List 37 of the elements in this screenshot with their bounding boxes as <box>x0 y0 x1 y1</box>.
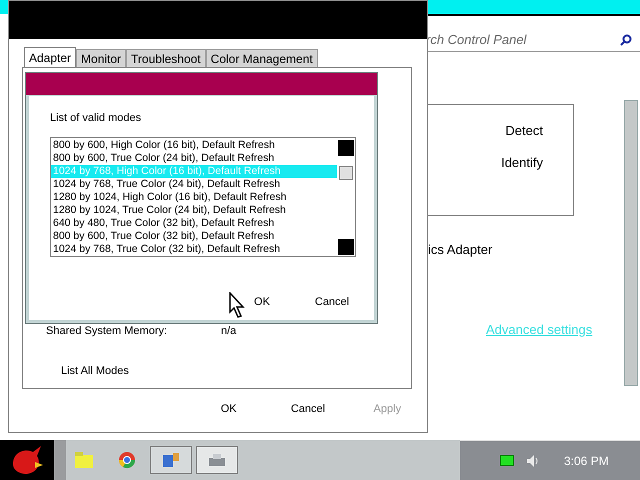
dialog-button[interactable]: OK <box>189 398 268 420</box>
tab[interactable]: Troubleshoot <box>126 49 206 67</box>
memory-label: Shared System Memory: <box>46 324 168 339</box>
tab[interactable]: Color Management <box>206 49 318 67</box>
scroll-up-button[interactable] <box>338 140 354 156</box>
taskbar-separator <box>54 440 66 480</box>
mode-item[interactable]: 800 by 600, High Color (16 bit), Default Refresh <box>51 138 337 152</box>
search-icon[interactable] <box>620 34 632 46</box>
modes-button[interactable]: Cancel <box>297 294 367 312</box>
scrollbar[interactable] <box>624 100 638 386</box>
mode-item[interactable]: 1024 by 768, True Color (24 bit), Default Refresh <box>51 178 337 190</box>
display-settings-icon <box>162 452 180 468</box>
modes-button[interactable]: OK <box>227 294 297 312</box>
mode-item[interactable]: 800 by 600, True Color (24 bit), Default Refresh <box>51 152 337 164</box>
mode-item[interactable]: 1280 by 1024, True Color (24 bit), Default Refresh <box>51 204 337 216</box>
mode-item[interactable]: 1280 by 1024, High Color (16 bit), Default Refresh <box>51 190 337 204</box>
printer-icon <box>207 452 227 468</box>
modes-label: List of valid modes <box>50 111 142 126</box>
tab[interactable]: Monitor <box>76 49 126 67</box>
panel-button[interactable]: Identify <box>499 152 545 172</box>
browser-icon[interactable] <box>118 451 136 469</box>
network-icon[interactable] <box>500 455 514 466</box>
taskbar-app-button[interactable] <box>196 446 238 474</box>
memory-value: n/a <box>221 324 236 339</box>
mode-item[interactable]: 800 by 600, True Color (32 bit), Default Refresh <box>51 230 337 242</box>
mode-item[interactable]: 640 by 480, True Color (32 bit), Default Refresh <box>51 216 337 230</box>
scroll-down-button[interactable] <box>338 238 354 254</box>
tab[interactable]: Adapter <box>24 47 76 67</box>
list-all-modes-button[interactable]: List All Modes <box>57 362 133 380</box>
taskbar-app-button[interactable] <box>150 446 192 474</box>
start-button[interactable] <box>0 440 54 480</box>
adapter-name: ics Adapter <box>428 241 494 259</box>
panel-button[interactable]: Detect <box>503 121 545 140</box>
scroll-thumb[interactable] <box>339 166 353 180</box>
dialog-button[interactable]: Cancel <box>268 398 348 420</box>
speaker-icon[interactable] <box>526 454 540 468</box>
mode-item[interactable]: 1024 by 768, True Color (32 bit), Default Refresh <box>51 242 337 256</box>
